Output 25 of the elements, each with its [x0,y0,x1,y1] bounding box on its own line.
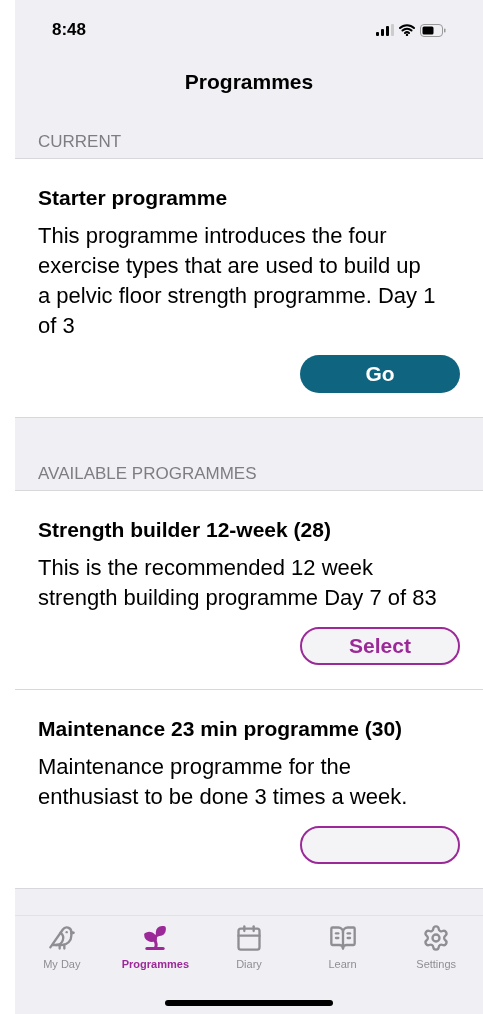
programme-name: Strength builder 12-week (28) [38,517,332,543]
programme-name: Starter programme [38,185,229,211]
tab-item[interactable]: Settings [389,924,483,973]
battery-icon [420,23,446,37]
wifi-icon [399,24,415,36]
select-button[interactable]: Select [300,627,460,665]
section-header: CURRENT [38,131,122,154]
settings-icon [422,924,451,952]
programme-description: This is the recommended 12 week strength building programme Day 7 of 83 [38,554,438,612]
programme-description: This programme introduces the four exercise types that are used to build up a pelvic floor strength programme. Day 1 of 3 [38,222,437,340]
go-button[interactable]: Go [300,355,460,393]
tab-item[interactable]: Learn [295,924,390,973]
programme-description: Maintenance programme for the enthusiast to be done 3 times a week. [38,753,409,811]
page-title: Programmes [184,69,314,95]
status-time: 8:48 [52,19,87,42]
select-button[interactable] [300,826,460,864]
tab-item[interactable]: Programmes [108,924,203,973]
bird-icon [47,924,76,952]
section-header: AVAILABLE PROGRAMMES [38,463,257,486]
tab-item[interactable]: My Day [15,924,109,973]
tab-item[interactable]: Diary [202,924,296,973]
book-icon [328,924,357,952]
programme-name: Maintenance 23 min programme (30) [38,716,404,742]
signal-icon [376,24,394,36]
calendar-icon [235,924,263,952]
